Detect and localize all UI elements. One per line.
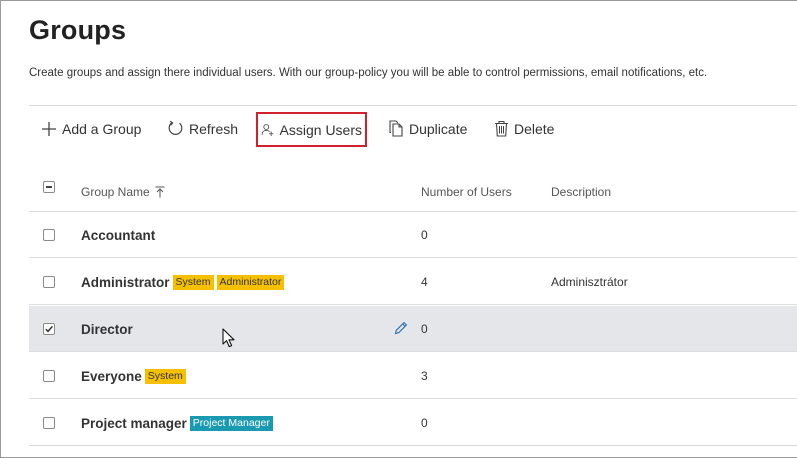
group-name: Director: [81, 306, 133, 352]
badge-project-manager: Project Manager: [189, 415, 273, 431]
checkmark-icon: [45, 325, 53, 333]
row-checkbox[interactable]: [43, 276, 55, 288]
group-name-text: Project manager: [81, 415, 187, 431]
group-description: Adminisztrátor: [551, 275, 628, 289]
refresh-button[interactable]: Refresh: [167, 111, 238, 146]
group-name: Project manager Project Manager: [81, 400, 273, 446]
table-row[interactable]: Everyone System 3: [29, 353, 797, 399]
user-count: 0: [421, 228, 428, 242]
plus-icon: [42, 121, 56, 136]
row-checkbox[interactable]: [43, 370, 55, 382]
assign-users-button[interactable]: Assign Users: [256, 112, 367, 147]
pencil-icon[interactable]: [393, 320, 409, 341]
table-row[interactable]: Project manager Project Manager 0: [29, 400, 797, 446]
user-count: 3: [421, 369, 428, 383]
delete-label: Delete: [514, 120, 555, 137]
user-count: 0: [421, 322, 428, 336]
row-checkbox[interactable]: [43, 417, 55, 429]
select-all-checkbox[interactable]: [43, 181, 55, 193]
add-group-button[interactable]: Add a Group: [41, 111, 141, 146]
user-count: 4: [421, 275, 428, 289]
table-row[interactable]: Accountant 0: [29, 212, 797, 258]
refresh-icon: [168, 120, 183, 135]
group-name: Administrator System Administrator: [81, 259, 285, 305]
group-name-text: Director: [81, 321, 133, 337]
page-title: Groups: [29, 15, 127, 45]
badge-administrator: Administrator: [216, 274, 285, 290]
column-header-description[interactable]: Description: [551, 185, 611, 199]
duplicate-icon: [389, 120, 403, 137]
group-name-text: Administrator: [81, 274, 170, 290]
divider: [29, 105, 797, 106]
row-checkbox[interactable]: [43, 229, 55, 241]
row-checkbox-checked[interactable]: [43, 323, 55, 335]
page-description: Create groups and assign there individua…: [29, 67, 708, 79]
groups-page: Groups Create groups and assign there in…: [0, 0, 797, 458]
group-name: Accountant: [81, 212, 155, 258]
group-name-text: Everyone: [81, 368, 142, 384]
badge-system: System: [172, 274, 214, 290]
table-row[interactable]: Administrator System Administrator 4 Adm…: [29, 259, 797, 305]
table-row-selected[interactable]: Director 0: [29, 306, 797, 352]
refresh-label: Refresh: [189, 120, 239, 137]
duplicate-button[interactable]: Duplicate: [388, 111, 467, 146]
badge-system: System: [144, 368, 186, 384]
sort-ascending-icon: [155, 186, 165, 198]
user-add-icon: [261, 123, 274, 136]
duplicate-label: Duplicate: [409, 120, 468, 137]
assign-users-label: Assign Users: [279, 121, 362, 138]
column-header-name-label: Group Name: [81, 185, 150, 199]
user-count: 0: [421, 416, 428, 430]
mouse-pointer-icon: [222, 328, 236, 354]
group-name-text: Accountant: [81, 227, 156, 243]
delete-button[interactable]: Delete: [494, 111, 554, 146]
column-header-group-name[interactable]: Group Name: [81, 185, 166, 199]
group-name: Everyone System: [81, 353, 186, 399]
column-header-number-of-users[interactable]: Number of Users: [421, 185, 512, 199]
add-group-label: Add a Group: [62, 120, 142, 137]
trash-icon: [495, 120, 508, 137]
